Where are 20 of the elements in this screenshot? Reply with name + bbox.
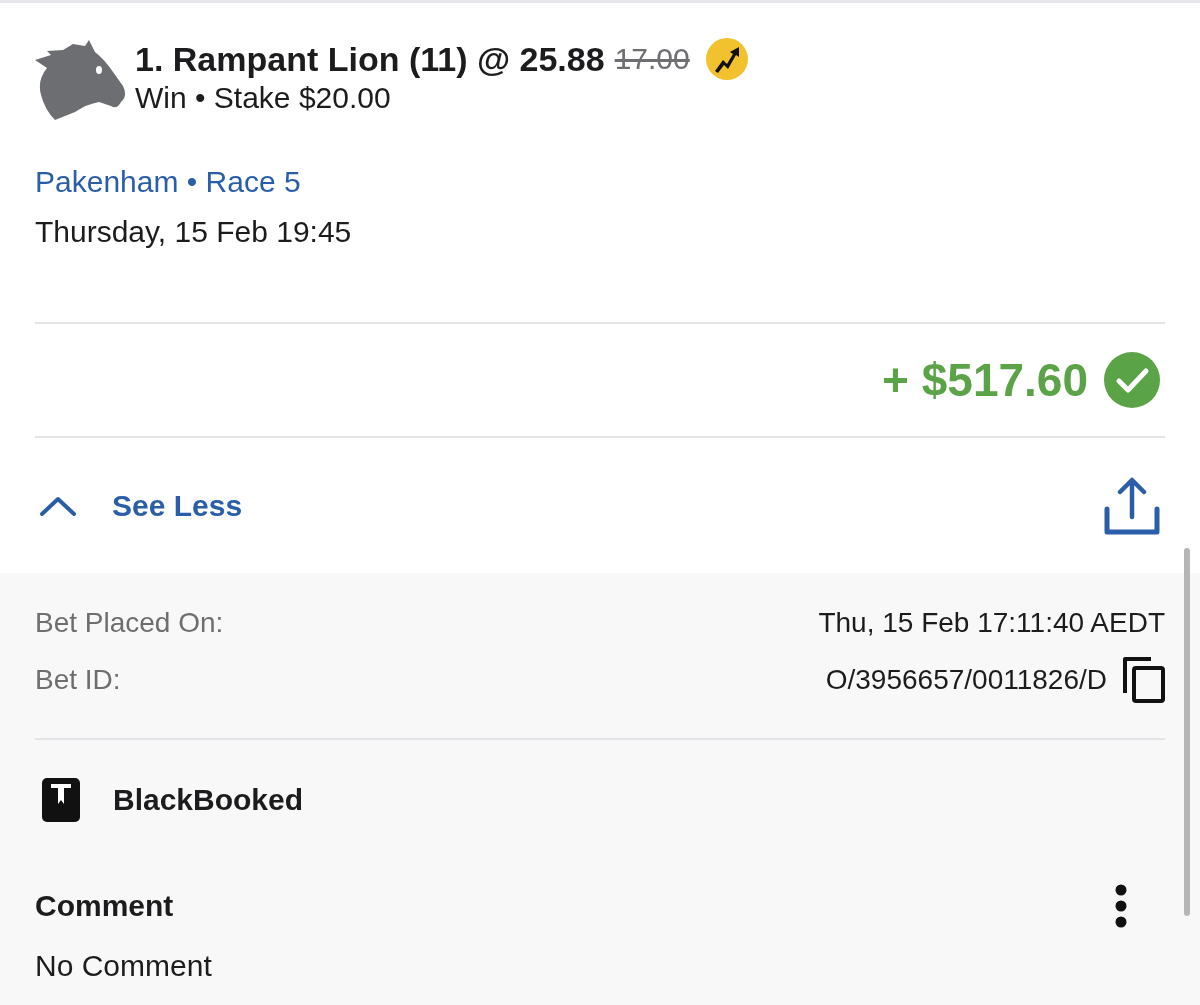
bet-type-stake: Win • Stake $20.00 [135,80,392,116]
venue-race-link[interactable]: Pakenham • Race 5 [35,164,301,200]
payout-amount: + $517.60 [882,353,1088,408]
detail-value: Thu, 15 Feb 17:11:40 AEDT [818,606,1165,640]
see-less-button[interactable]: See Less [35,488,243,524]
comment-heading: Comment [35,888,174,924]
scrollbar-thumb[interactable] [1184,548,1190,916]
selection-title: 1. Rampant Lion (11) @ 25.88 [135,39,605,79]
previous-odds: 17.00 [614,41,690,77]
blackbook-label: BlackBooked [113,782,304,818]
more-options-icon[interactable] [1114,884,1128,928]
race-start-time: Thursday, 15 Feb 19:45 [35,214,352,250]
detail-label: Bet Placed On: [35,606,224,640]
comment-text: No Comment [35,948,212,984]
book-icon [42,778,80,822]
copy-icon[interactable] [1123,657,1165,703]
detail-value: O/3956657/0011826/D [825,663,1107,697]
share-icon[interactable] [1104,477,1160,535]
detail-label: Bet ID: [35,663,121,697]
horse-head-icon [35,40,127,120]
